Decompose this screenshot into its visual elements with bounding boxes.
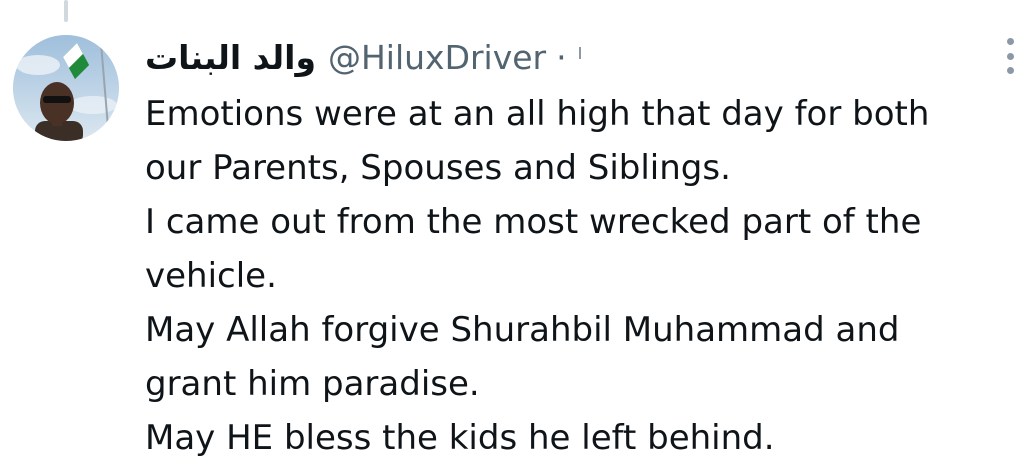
separator-dot: · bbox=[556, 38, 567, 77]
avatar-photo bbox=[13, 35, 119, 141]
timestamp-fragment bbox=[578, 47, 581, 59]
tweet-text-line: May HE bless the kids he left behind. bbox=[145, 418, 775, 458]
tweet-text-line: I came out from the most wrecked part of… bbox=[145, 202, 922, 242]
tweet-text-line: our Parents, Spouses and Siblings. bbox=[145, 148, 731, 188]
more-vertical-icon bbox=[1006, 52, 1014, 60]
more-options-button[interactable] bbox=[1004, 38, 1016, 74]
thread-connector-line bbox=[64, 0, 68, 22]
tweet-text-line: May Allah forgive Shurahbil Muhammad and bbox=[145, 310, 900, 350]
more-vertical-icon bbox=[1006, 67, 1014, 74]
display-name[interactable]: والد البنات bbox=[145, 34, 316, 82]
avatar[interactable] bbox=[13, 35, 119, 141]
tweet-text-line: vehicle. bbox=[145, 256, 277, 296]
more-vertical-icon bbox=[1006, 38, 1014, 45]
tweet-text: Emotions were at an all high that day fo… bbox=[145, 87, 1025, 465]
tweet-text-line: grant him paradise. bbox=[145, 364, 480, 404]
tweet: والد البنات @HiluxDriver · Emotions were… bbox=[0, 0, 1031, 474]
user-handle[interactable]: @HiluxDriver bbox=[328, 34, 546, 82]
tweet-header: والد البنات @HiluxDriver · bbox=[145, 34, 581, 82]
tweet-text-line: Emotions were at an all high that day fo… bbox=[145, 94, 930, 134]
